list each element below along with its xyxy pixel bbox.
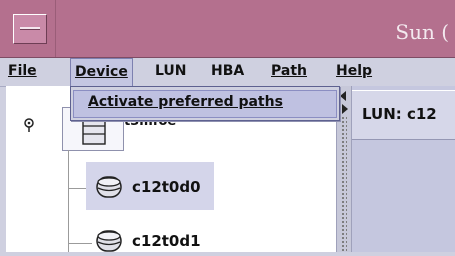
menu-hba[interactable]: HBA	[207, 58, 248, 84]
collapse-right-arrow-icon[interactable]	[342, 104, 348, 114]
menu-hba-label: HBA	[211, 63, 245, 79]
menu-file[interactable]: File	[4, 58, 41, 84]
menu-lun-label: LUN	[155, 63, 187, 79]
window-menu-icon	[20, 27, 40, 30]
window-title: Sun (	[395, 20, 449, 44]
window-title-bar: Sun (	[0, 0, 455, 58]
collapse-left-arrow-icon[interactable]	[340, 91, 346, 101]
menu-device-label: Device	[75, 64, 128, 80]
menu-path[interactable]: Path	[267, 58, 311, 84]
menu-help[interactable]: Help	[332, 58, 376, 84]
tree-toggle-icon[interactable]	[22, 118, 36, 132]
lun-label: LUN: c12	[362, 105, 437, 123]
window-menu-button[interactable]	[13, 14, 47, 44]
details-panel: LUN: c12	[352, 86, 455, 252]
tree-node-label[interactable]: c12t0d1	[132, 232, 201, 250]
menu-device[interactable]: Device	[70, 58, 133, 86]
menu-item-label: Activate preferred paths	[88, 94, 283, 110]
divider-grip	[341, 116, 347, 252]
tree-node-label[interactable]: c12t0d0	[132, 178, 201, 196]
title-divider	[55, 0, 56, 57]
menu-help-label: Help	[336, 63, 373, 79]
tree-connector	[68, 150, 69, 252]
disk-icon	[96, 176, 122, 198]
device-dropdown-menu: Activate preferred paths	[70, 86, 340, 121]
lun-header: LUN: c12	[352, 90, 455, 140]
activate-preferred-paths-item[interactable]: Activate preferred paths	[73, 90, 337, 118]
menu-file-label: File	[8, 63, 37, 79]
tree-connector	[68, 243, 92, 244]
menu-bar: File Device LUN HBA Path Help	[0, 58, 455, 87]
menu-path-label: Path	[271, 63, 307, 79]
menu-lun[interactable]: LUN	[151, 58, 191, 84]
